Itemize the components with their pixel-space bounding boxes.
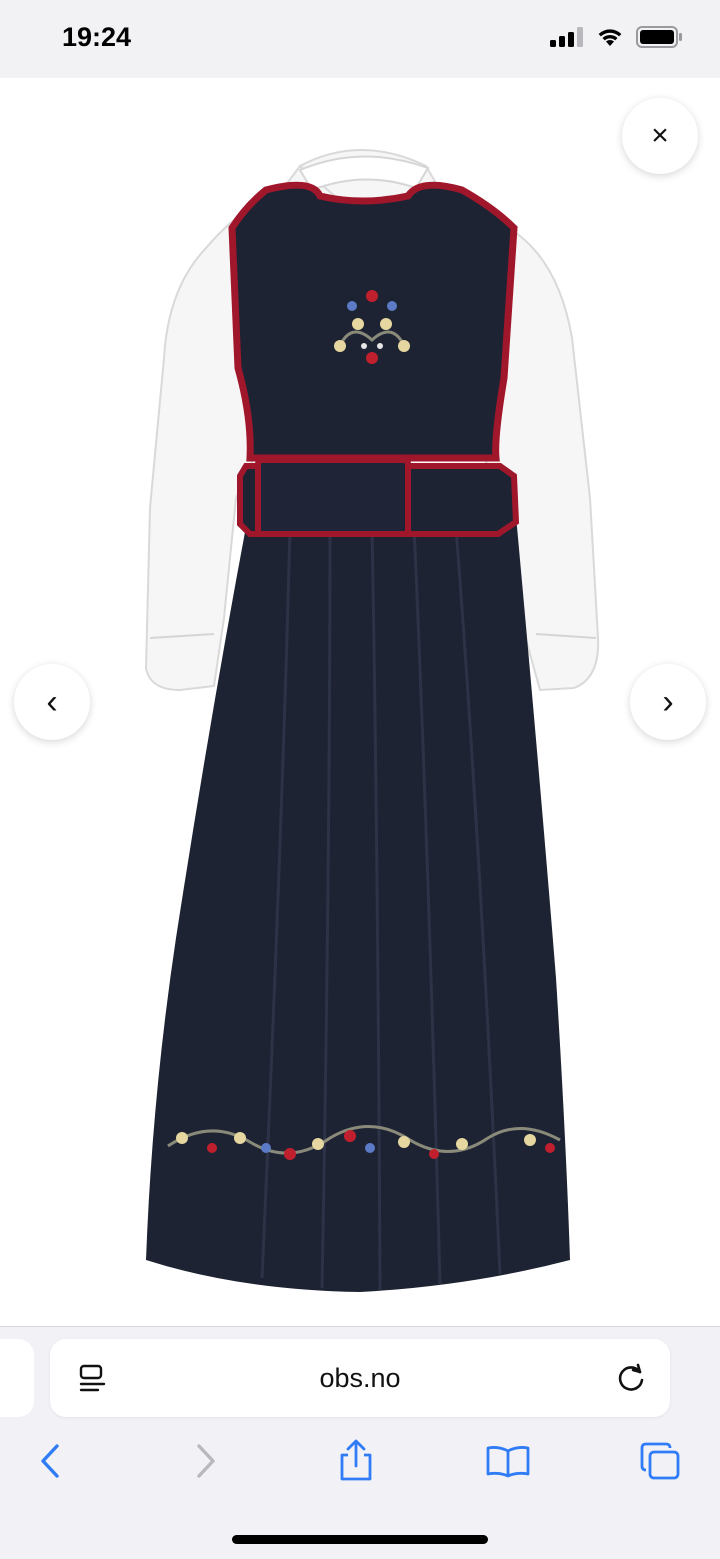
tabs-button[interactable]: [630, 1431, 690, 1491]
url-text[interactable]: obs.no: [50, 1339, 670, 1417]
reload-icon[interactable]: [616, 1361, 648, 1395]
share-icon: [340, 1439, 372, 1481]
address-bar[interactable]: obs.no: [50, 1339, 670, 1417]
status-time: 19:24: [62, 22, 132, 52]
book-icon: [486, 1446, 530, 1478]
close-button[interactable]: ×: [622, 98, 698, 174]
bookmarks-button[interactable]: [478, 1431, 538, 1491]
status-icons: [550, 26, 684, 48]
battery-icon: [636, 26, 682, 48]
status-bar: 19:24: [0, 0, 720, 78]
browser-bottom-bar: obs.no: [0, 1326, 720, 1559]
browser-toolbar: [0, 1431, 720, 1501]
previous-image-button[interactable]: ‹: [14, 664, 90, 740]
cellular-signal-icon: [550, 27, 583, 47]
tabs-icon: [640, 1442, 680, 1480]
wifi-icon: [598, 29, 622, 46]
image-viewer: × ‹ ›: [0, 78, 720, 1326]
next-image-button[interactable]: ›: [630, 664, 706, 740]
product-image[interactable]: [0, 78, 720, 1326]
home-indicator[interactable]: [232, 1535, 488, 1544]
back-chevron-icon: [41, 1444, 59, 1478]
forward-chevron-icon: [197, 1444, 215, 1478]
forward-button[interactable]: [176, 1431, 236, 1491]
previous-tab-preview[interactable]: [0, 1339, 34, 1417]
back-button[interactable]: [20, 1431, 80, 1491]
share-button[interactable]: [326, 1431, 386, 1491]
